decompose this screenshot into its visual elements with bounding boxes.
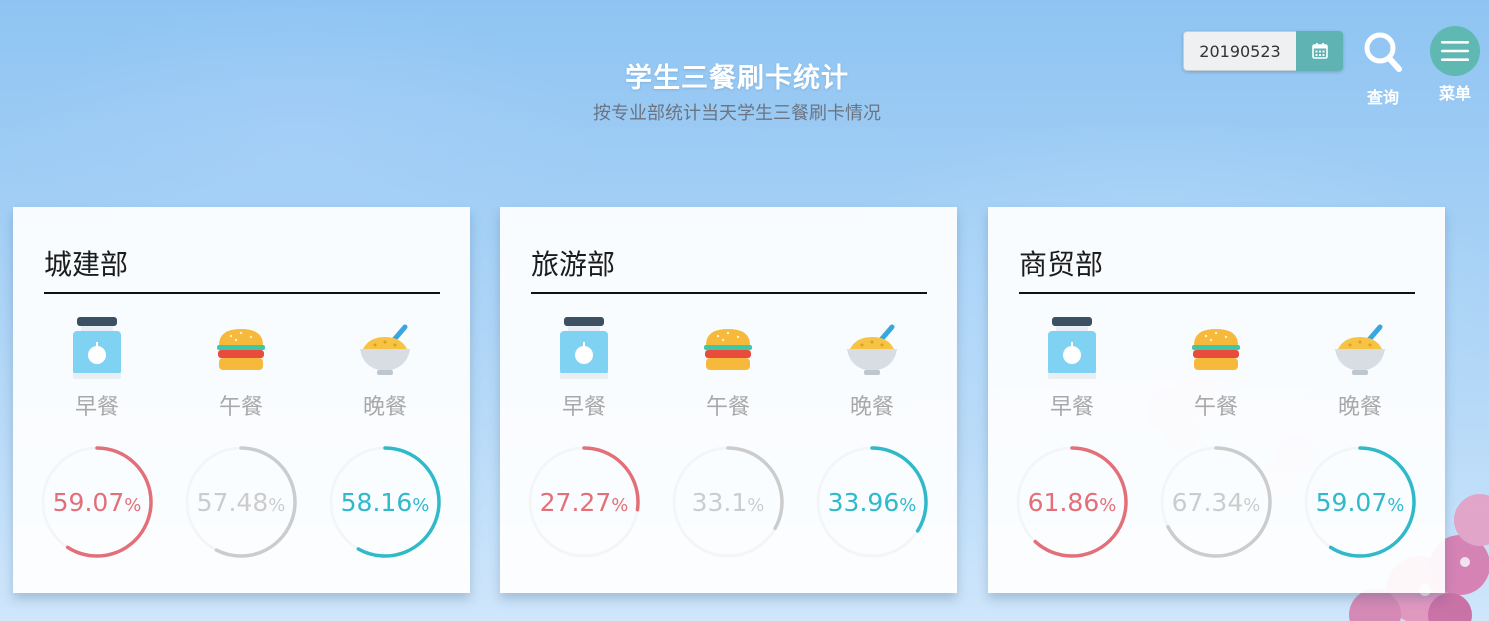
percent-sign: %: [268, 495, 286, 516]
breakfast-column: 早餐: [524, 315, 644, 421]
breakfast-label: 早餐: [561, 395, 606, 420]
breakfast-jar-icon: [1048, 317, 1096, 379]
lunch-label: 午餐: [705, 395, 750, 420]
lunch-gauge: 57.48%: [183, 444, 299, 560]
title-divider: [531, 292, 927, 294]
dinner-gauge: 33.96%: [814, 444, 930, 560]
page-subtitle: 按专业部统计当天学生三餐刷卡情况: [593, 103, 881, 124]
search-label: 查询: [1366, 88, 1399, 107]
burger-icon: [217, 329, 265, 370]
lunch-label: 午餐: [218, 395, 263, 420]
percent-sign: %: [1243, 495, 1261, 516]
dinner-rate: 59.07: [1315, 488, 1388, 517]
breakfast-gauge: 59.07%: [39, 444, 155, 560]
dinner-rate: 33.96: [827, 488, 900, 517]
breakfast-gauge: 61.86%: [1014, 444, 1130, 560]
burger-icon: [704, 329, 752, 370]
breakfast-rate: 61.86: [1027, 488, 1100, 517]
lunch-gauge: 33.1%: [670, 444, 786, 560]
department-name: 城建部: [44, 248, 129, 281]
rice-bowl-icon: [847, 324, 897, 375]
breakfast-rate: 59.07: [52, 488, 125, 517]
lunch-column: 午餐: [181, 315, 301, 421]
percent-sign: %: [124, 495, 142, 516]
department-card-2: 商贸部 早餐 午餐 晚餐 61.86% 67.34% 59.07%: [988, 207, 1445, 593]
department-name: 商贸部: [1019, 248, 1104, 281]
dinner-column: 晚餐: [1300, 315, 1420, 421]
burger-icon: [1192, 329, 1240, 370]
dinner-label: 晚餐: [1337, 395, 1382, 420]
percent-sign: %: [747, 495, 765, 516]
rice-bowl-icon: [360, 324, 410, 375]
calendar-button[interactable]: [1296, 31, 1343, 71]
dinner-gauge: 59.07%: [1302, 444, 1418, 560]
lunch-column: 午餐: [668, 315, 788, 421]
department-name: 旅游部: [531, 248, 616, 281]
date-picker: [1183, 31, 1343, 71]
breakfast-column: 早餐: [37, 315, 157, 421]
title-divider: [44, 292, 440, 294]
department-card-1: 旅游部 早餐 午餐 晚餐 27.27% 33.1% 33.96%: [500, 207, 957, 593]
search-icon: [1364, 32, 1402, 72]
breakfast-jar-icon: [73, 317, 121, 379]
lunch-rate: 57.48: [196, 488, 269, 517]
menu-button[interactable]: 菜单: [1427, 26, 1483, 104]
dinner-column: 晚餐: [325, 315, 445, 421]
title-divider: [1019, 292, 1415, 294]
breakfast-label: 早餐: [1049, 395, 1094, 420]
breakfast-column: 早餐: [1012, 315, 1132, 421]
percent-sign: %: [1387, 495, 1405, 516]
percent-sign: %: [412, 495, 430, 516]
dinner-rate: 58.16: [340, 488, 413, 517]
dinner-label: 晚餐: [849, 395, 894, 420]
hamburger-menu-icon: [1441, 41, 1469, 61]
lunch-label: 午餐: [1193, 395, 1238, 420]
lunch-rate: 67.34: [1171, 488, 1244, 517]
percent-sign: %: [899, 495, 917, 516]
lunch-rate: 33.1: [691, 488, 748, 517]
lunch-column: 午餐: [1156, 315, 1276, 421]
calendar-icon: [1311, 43, 1328, 59]
menu-circle: [1430, 26, 1480, 76]
dinner-column: 晚餐: [812, 315, 932, 421]
department-card-0: 城建部 早餐 午餐 晚餐 59.07% 57.48% 58.16%: [13, 207, 470, 593]
breakfast-gauge: 27.27%: [526, 444, 642, 560]
breakfast-jar-icon: [560, 317, 608, 379]
menu-label: 菜单: [1438, 84, 1471, 103]
lunch-gauge: 67.34%: [1158, 444, 1274, 560]
date-input[interactable]: [1183, 31, 1296, 71]
breakfast-label: 早餐: [74, 395, 119, 420]
dinner-label: 晚餐: [362, 395, 407, 420]
dinner-gauge: 58.16%: [327, 444, 443, 560]
breakfast-rate: 27.27: [539, 488, 612, 517]
percent-sign: %: [1099, 495, 1117, 516]
percent-sign: %: [611, 495, 629, 516]
search-button[interactable]: 查询: [1355, 26, 1411, 108]
rice-bowl-icon: [1335, 324, 1385, 375]
